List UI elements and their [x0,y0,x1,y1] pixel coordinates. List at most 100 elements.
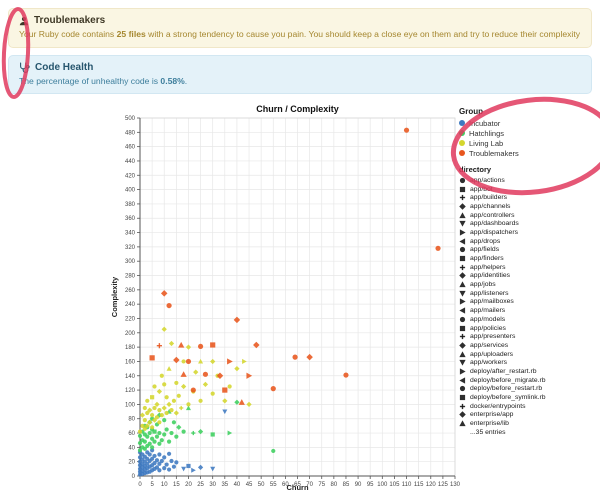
code-health-callout: Code Health The percentage of unhealthy … [8,55,592,94]
legend-directory-item: enterprise/app [459,411,597,420]
legend-directory-label: app/finders [470,255,504,262]
legend-directory-items: app/actions app/botapp/builders app/channe… [459,176,597,437]
legend-directory-item: app/controllers [459,211,597,220]
triangle-up-marker-icon [459,420,466,427]
troublemakers-body-suffix: with a strong tendency to cause you pain… [146,29,581,39]
legend-directory-item: app/actions [459,176,597,185]
legend-directory-label: app/builders [470,194,507,201]
legend-directory-item: app/channels [459,202,597,211]
svg-text:95: 95 [367,482,374,488]
svg-text:20: 20 [185,482,192,488]
svg-text:40: 40 [234,482,241,488]
legend-directory-label: app/jobs [470,281,496,288]
legend-directory-label: docker/entrypoints [470,403,526,410]
legend-color-dot [459,120,465,126]
legend-group-item: Hatchlings [459,128,597,138]
legend-directory-item: deploy/after_restart.rb [459,367,597,376]
legend-directory-item: app/workers [459,358,597,367]
legend-directory-label: app/services [470,342,508,349]
legend-directory-label: app/listeners [470,290,509,297]
legend-directory-label: app/channels [470,203,510,210]
diamond-marker-icon [459,342,466,349]
svg-text:460: 460 [125,145,136,151]
square-marker-icon [459,325,466,332]
svg-text:105: 105 [389,482,400,488]
triangle-down-marker-icon [459,290,466,297]
legend-color-dot [459,150,465,156]
legend-directory-label: app/models [470,316,505,323]
svg-text:85: 85 [343,482,350,488]
legend-directory-item: app/listeners [459,289,597,298]
svg-text:130: 130 [450,482,461,488]
code-health-body-suffix: . [185,76,187,86]
legend-directory-label: app/presenters [470,333,515,340]
svg-text:0: 0 [138,482,142,488]
legend-directory-label: app/uploaders [470,351,513,358]
diamond-marker-icon [459,411,466,418]
page: 0510152025303540455055606570758085909510… [0,0,600,494]
troublemakers-icon [19,16,29,26]
svg-text:420: 420 [125,173,136,179]
circle-marker-icon [459,316,466,323]
svg-text:280: 280 [125,274,136,280]
legend-color-dot [459,130,465,136]
legend-directory-item: app/dispatchers [459,228,597,237]
code-health-title: Code Health [35,62,93,73]
legend-directory-label: deploy/before_migrate.rb [470,377,546,384]
legend-group-item: Living Lab [459,138,597,148]
svg-text:125: 125 [438,482,449,488]
legend-directory-item: app/bot [459,185,597,194]
svg-text:260: 260 [125,288,136,294]
troublemakers-callout: Troublemakers Your Ruby code contains 25… [8,8,592,48]
legend-group-label: Incubator [469,119,500,128]
svg-text:45: 45 [246,482,253,488]
legend-group: Group IncubatorHatchlingsLiving LabTroub… [459,107,597,158]
svg-text:5: 5 [150,482,154,488]
svg-text:120: 120 [125,388,136,394]
svg-text:360: 360 [125,216,136,222]
svg-text:30: 30 [209,482,216,488]
code-health-body-prefix: The percentage of unhealthy code is [19,76,160,86]
svg-text:480: 480 [125,130,136,136]
triangle-left-marker-icon [459,377,466,384]
troublemakers-title-row: Troublemakers [19,15,581,26]
triangle-up-marker-icon [459,281,466,288]
svg-text:60: 60 [128,431,135,437]
diamond-marker-icon [459,203,466,210]
legend-directory-item: app/identities [459,272,597,281]
svg-text:80: 80 [128,417,135,423]
svg-text:115: 115 [414,482,424,488]
svg-text:380: 380 [125,202,136,208]
svg-text:220: 220 [125,316,136,322]
svg-text:320: 320 [125,245,136,251]
svg-text:500: 500 [125,116,136,122]
legend-directory-label: app/actions [470,177,505,184]
svg-text:200: 200 [125,331,136,337]
legend-directory: directory app/actionsapp/botapp/builders… [459,165,597,437]
cross-marker-icon [459,403,466,410]
stethoscope-icon [19,62,30,73]
triangle-right-marker-icon [459,298,466,305]
legend-directory-label: enterprise/lib [470,420,509,427]
square-marker-icon [459,255,466,262]
legend-directory-item: app/uploaders [459,350,597,359]
legend-directory-item: app/builders [459,193,597,202]
svg-text:80: 80 [331,482,338,488]
troublemakers-body: Your Ruby code contains 25 files with a … [19,29,581,40]
legend-directory-item: app/policies [459,324,597,333]
legend-group-title: Group [459,107,597,116]
legend-directory-item: enterprise/lib [459,419,597,428]
triangle-up-marker-icon [459,351,466,358]
cross-marker-icon [459,333,466,340]
svg-text:50: 50 [258,482,265,488]
triangle-right-marker-icon [459,368,466,375]
alerts: Troublemakers Your Ruby code contains 25… [8,8,592,101]
legend-directory-label: enterprise/app [470,411,513,418]
svg-text:120: 120 [426,482,437,488]
legend-directory-label: app/identities [470,272,510,279]
circle-marker-icon [459,246,466,253]
legend-directory-item: deploy/before_migrate.rb [459,376,597,385]
svg-text:25: 25 [197,482,204,488]
legend-directory-label: app/bot [470,186,493,193]
legend-directory-label: app/mailboxes [470,298,514,305]
